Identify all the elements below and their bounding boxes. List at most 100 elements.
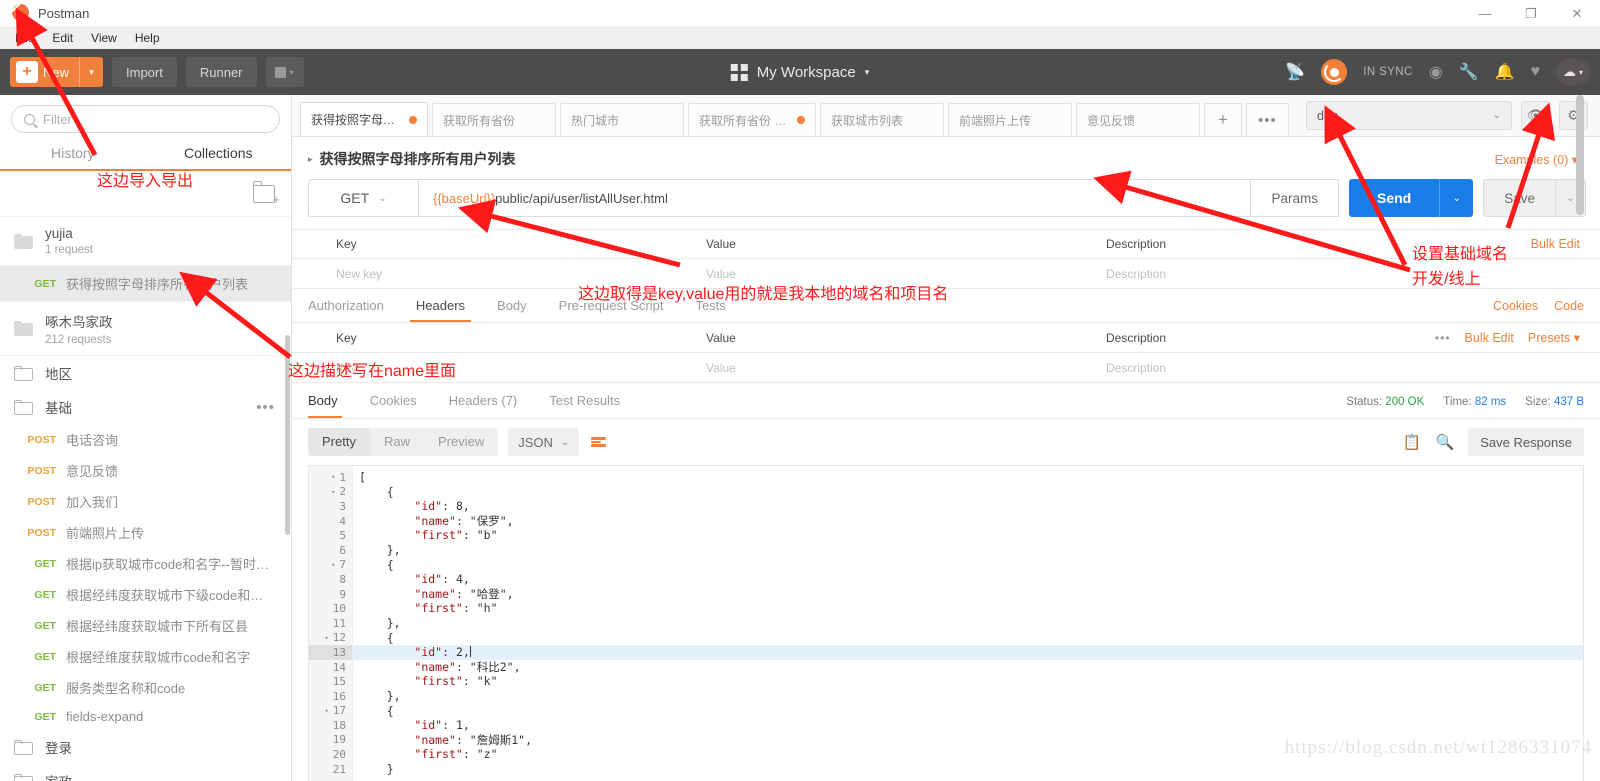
list-item[interactable]: POST 意见反馈: [0, 455, 291, 486]
tab-pre-request-script[interactable]: Pre-request Script: [543, 298, 680, 322]
http-method-selector[interactable]: GET ⌄: [308, 179, 418, 217]
sidebar-scrollbar[interactable]: [285, 335, 290, 535]
sidebar-request-selected[interactable]: GET 获得按照字母排序所有用户列表: [0, 266, 291, 302]
tab-headers[interactable]: Headers: [400, 298, 481, 322]
fold-caret-icon[interactable]: ▾: [322, 634, 329, 642]
response-format-selector[interactable]: JSON ⌄: [508, 428, 580, 456]
response-body-viewer[interactable]: ▾ 1 ▾ 2 3 4 5 6 ▾ 7 8 9 10 11 ▾ 12 13 14 15 …: [308, 95, 1584, 781]
json-code-area[interactable]: [ { "id": 8, "name": "保罗", "first": "b" …: [353, 466, 1583, 781]
list-item[interactable]: POST 电话咨询: [0, 424, 291, 455]
list-item[interactable]: 地区: [0, 356, 291, 390]
search-input[interactable]: Filter: [11, 105, 280, 133]
search-icon[interactable]: 🔍: [1436, 433, 1455, 451]
list-item[interactable]: GET 根据ip获取城市code和名字--暂时固...: [0, 548, 291, 579]
copy-icon[interactable]: 📋: [1403, 433, 1422, 451]
new-description-input[interactable]: Description: [1102, 267, 1600, 281]
list-item[interactable]: POST 前端照片上传: [0, 517, 291, 548]
runner-button[interactable]: Runner: [185, 57, 257, 87]
environment-selector[interactable]: dev ⌄: [1306, 101, 1512, 130]
fold-caret-icon[interactable]: ▾: [328, 473, 335, 481]
tab-response-cookies[interactable]: Cookies: [354, 393, 433, 418]
fold-caret-icon[interactable]: ▾: [328, 488, 335, 496]
folder-more-icon[interactable]: •••: [256, 399, 275, 416]
tab-body[interactable]: Body: [481, 298, 543, 322]
sync-status-icon[interactable]: [1321, 59, 1348, 85]
save-response-button[interactable]: Save Response: [1468, 428, 1584, 456]
save-button[interactable]: Save: [1483, 179, 1556, 217]
presets-dropdown[interactable]: Presets ▾: [1528, 330, 1580, 345]
cookies-link[interactable]: Cookies: [1493, 299, 1538, 313]
tab-overflow-button[interactable]: •••: [1245, 103, 1289, 136]
environment-quick-look-icon[interactable]: 👁: [1521, 101, 1550, 130]
close-button[interactable]: ✕: [1554, 0, 1600, 27]
bulk-edit-link[interactable]: Bulk Edit: [1465, 331, 1514, 345]
params-button[interactable]: Params: [1251, 179, 1339, 217]
list-item[interactable]: GET fields-expand: [0, 703, 291, 730]
new-tab-button[interactable]: +: [1204, 103, 1242, 136]
list-item[interactable]: 啄木鸟家政 212 requests: [0, 302, 291, 356]
request-tab[interactable]: 获取所有省份: [432, 103, 556, 136]
request-tab[interactable]: 意见反馈: [1076, 103, 1200, 136]
send-button[interactable]: Send: [1348, 179, 1440, 217]
tab-tests[interactable]: Tests: [679, 298, 741, 322]
tab-response-headers[interactable]: Headers (7): [433, 393, 534, 418]
request-tab[interactable]: 前端照片上传: [948, 103, 1072, 136]
fold-caret-icon[interactable]: ▾: [322, 707, 329, 715]
new-folder-icon[interactable]: +: [253, 180, 280, 206]
maximize-button[interactable]: ❐: [1508, 0, 1554, 27]
send-options-caret-icon[interactable]: ⌄: [1439, 179, 1474, 217]
tab-response-body[interactable]: Body: [308, 393, 354, 418]
list-item[interactable]: GET 根据经维度获取城市code和名字: [0, 641, 291, 672]
examples-dropdown[interactable]: Examples (0) ▾: [1495, 152, 1586, 167]
tab-authorization[interactable]: Authorization: [308, 298, 400, 322]
new-window-button[interactable]: ▾: [265, 57, 304, 87]
headers-more-icon[interactable]: •••: [1435, 331, 1451, 345]
view-mode-raw[interactable]: Raw: [370, 428, 424, 456]
heart-icon[interactable]: ♥: [1531, 63, 1541, 81]
menu-item-help[interactable]: Help: [126, 29, 169, 47]
request-tab[interactable]: 获得按照字母排序: [300, 102, 428, 136]
list-item[interactable]: 基础 •••: [0, 390, 291, 424]
header-value-input[interactable]: Value: [702, 361, 1102, 375]
tab-collections[interactable]: Collections: [146, 141, 292, 171]
list-item[interactable]: POST 加入我们: [0, 486, 291, 517]
menu-item-file[interactable]: File: [6, 29, 43, 47]
list-item[interactable]: 家政: [0, 764, 291, 781]
header-description-input[interactable]: Description: [1102, 361, 1600, 375]
workspace-selector[interactable]: My Workspace ▾: [730, 63, 869, 81]
satellite-dish-icon[interactable]: 📡: [1285, 62, 1305, 82]
account-cloud-button[interactable]: ☁ ▾: [1556, 59, 1590, 85]
chevron-down-icon[interactable]: ▾: [79, 57, 103, 87]
globe-icon[interactable]: ◉: [1429, 62, 1443, 82]
collection-list[interactable]: yujia 1 request GET 获得按照字母排序所有用户列表 啄木鸟家政…: [0, 217, 291, 781]
bell-icon[interactable]: 🔔: [1495, 62, 1515, 82]
list-item[interactable]: 登录: [0, 730, 291, 764]
header-key-input[interactable]: Key: [292, 361, 702, 375]
request-tab[interactable]: 获取所有省份 Cop: [688, 103, 816, 136]
view-mode-pretty[interactable]: Pretty: [308, 428, 370, 456]
request-tab[interactable]: 获取城市列表: [820, 103, 944, 136]
tab-test-results[interactable]: Test Results: [533, 393, 636, 418]
minimize-button[interactable]: —: [1462, 0, 1508, 27]
import-button[interactable]: Import: [112, 57, 177, 87]
url-input[interactable]: {{baseUrl}} public/api/user/listAllUser.h…: [418, 179, 1252, 217]
fold-caret-icon[interactable]: ▾: [328, 561, 335, 569]
list-item[interactable]: yujia 1 request: [0, 217, 291, 266]
menu-item-edit[interactable]: Edit: [43, 29, 82, 47]
new-button[interactable]: + New ▾: [10, 57, 104, 87]
bulk-edit-link-params[interactable]: Bulk Edit: [1531, 237, 1580, 251]
menu-item-view[interactable]: View: [82, 29, 126, 47]
request-tab[interactable]: 热门城市: [560, 103, 684, 136]
view-mode-preview[interactable]: Preview: [424, 428, 498, 456]
wrench-icon[interactable]: 🔧: [1459, 62, 1479, 82]
headers-table-row[interactable]: Key Value Description: [292, 353, 1600, 383]
collapse-caret-icon[interactable]: ▸: [308, 154, 313, 165]
new-value-input[interactable]: Value: [702, 267, 1102, 281]
word-wrap-icon[interactable]: [591, 437, 607, 447]
list-item[interactable]: GET 根据经纬度获取城市下所有区县: [0, 610, 291, 641]
params-table-row[interactable]: New key Value Description: [292, 259, 1600, 289]
new-key-input[interactable]: New key: [292, 267, 702, 281]
list-item[interactable]: GET 根据经纬度获取城市下级code和地区: [0, 579, 291, 610]
response-scrollbar[interactable]: [1576, 95, 1584, 781]
tab-history[interactable]: History: [0, 141, 146, 171]
